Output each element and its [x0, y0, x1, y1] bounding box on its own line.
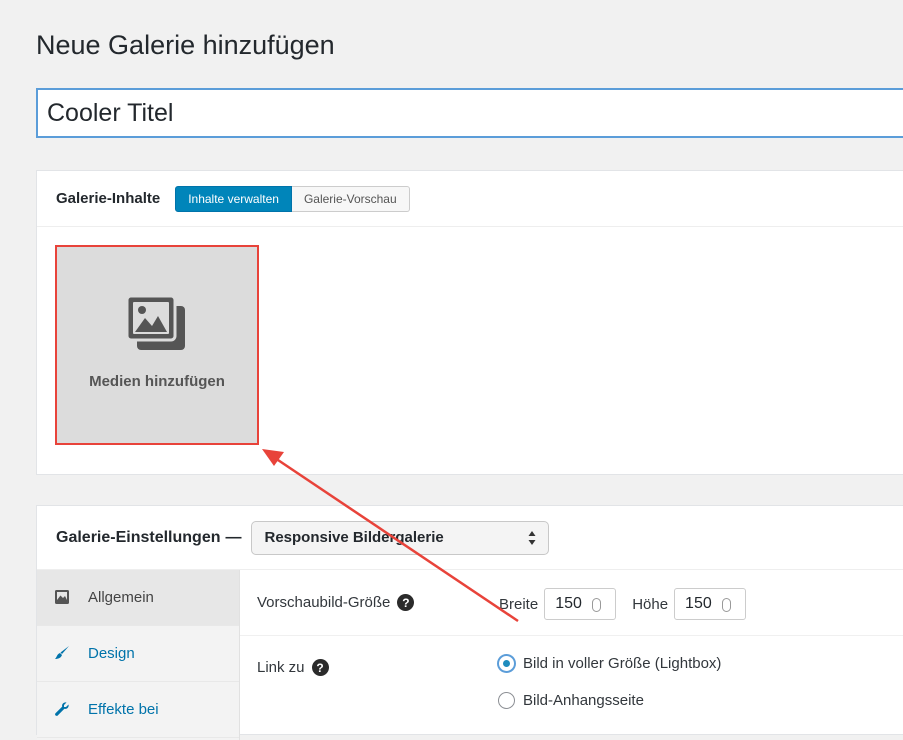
side-tab-general[interactable]: Allgemein — [37, 570, 239, 626]
side-tab-effects-label: Effekte bei — [88, 701, 159, 718]
link-to-row: Link zu ? Bild in voller Größe (Lightbox… — [240, 637, 903, 737]
thumbnail-dimensions: Breite 150 Höhe 150 — [499, 588, 747, 620]
side-tab-design[interactable]: Design — [37, 626, 239, 682]
thumbnail-size-label: Vorschaubild-Größe ? — [257, 594, 415, 611]
gallery-settings-heading: Galerie-Einstellungen — [56, 528, 221, 546]
image-icon — [54, 589, 72, 607]
stepper-icon[interactable] — [592, 598, 602, 612]
thumbnail-size-row: Vorschaubild-Größe ? Breite 150 Höhe 150 — [240, 570, 903, 636]
width-input[interactable]: 150 — [544, 588, 617, 620]
page-title: Neue Galerie hinzufügen — [36, 30, 335, 60]
gallery-contents-box: Galerie-Inhalte Inhalte verwalten Galeri… — [36, 170, 903, 475]
link-option-attachment[interactable]: Bild-Anhangsseite — [498, 692, 644, 709]
side-tab-effects[interactable]: Effekte bei — [37, 682, 239, 738]
help-icon[interactable]: ? — [311, 659, 329, 676]
help-icon[interactable]: ? — [397, 594, 415, 611]
width-label: Breite — [499, 595, 539, 613]
gallery-settings-box: Galerie-Einstellungen — Responsive Bilde… — [36, 505, 903, 740]
heading-separator: — — [225, 528, 242, 546]
gallery-contents-heading: Galerie-Inhalte — [56, 190, 161, 207]
content-tabs: Inhalte verwalten Galerie-Vorschau — [175, 186, 410, 212]
stepper-icon[interactable] — [722, 598, 732, 612]
settings-side-tabs: Allgemein Design Effekte bei — [37, 570, 240, 740]
link-to-label-text: Link zu — [257, 659, 305, 676]
gallery-type-select[interactable]: Responsive Bildergalerie — [251, 520, 550, 555]
gallery-contents-header: Galerie-Inhalte Inhalte verwalten Galeri… — [37, 171, 903, 227]
tab-manage-contents[interactable]: Inhalte verwalten — [175, 186, 292, 212]
add-media-button[interactable]: Medien hinzufügen — [55, 245, 259, 445]
gallery-title-input[interactable] — [36, 88, 903, 138]
add-media-label: Medien hinzufügen — [89, 373, 225, 390]
link-to-label: Link zu ? — [257, 659, 329, 676]
height-input[interactable]: 150 — [674, 588, 747, 620]
link-option-lightbox[interactable]: Bild in voller Größe (Lightbox) — [498, 655, 721, 672]
paintbrush-icon — [54, 645, 72, 663]
side-tab-general-label: Allgemein — [88, 589, 154, 606]
select-arrows-icon — [528, 530, 536, 546]
gallery-settings-header: Galerie-Einstellungen — Responsive Bilde… — [37, 506, 903, 570]
wrench-icon — [54, 701, 72, 719]
side-tab-design-label: Design — [88, 645, 135, 662]
thumbnail-size-label-text: Vorschaubild-Größe — [257, 594, 391, 611]
width-value: 150 — [555, 595, 582, 612]
link-option-attachment-label: Bild-Anhangsseite — [523, 692, 644, 709]
media-gallery-icon — [125, 294, 189, 359]
tab-gallery-preview[interactable]: Galerie-Vorschau — [291, 186, 410, 212]
radio-checked[interactable] — [498, 655, 515, 672]
radio-unchecked[interactable] — [498, 692, 515, 709]
height-label: Höhe — [632, 595, 669, 613]
height-value: 150 — [685, 595, 712, 612]
gallery-type-value: Responsive Bildergalerie — [264, 529, 444, 546]
link-option-lightbox-label: Bild in voller Größe (Lightbox) — [523, 655, 722, 672]
